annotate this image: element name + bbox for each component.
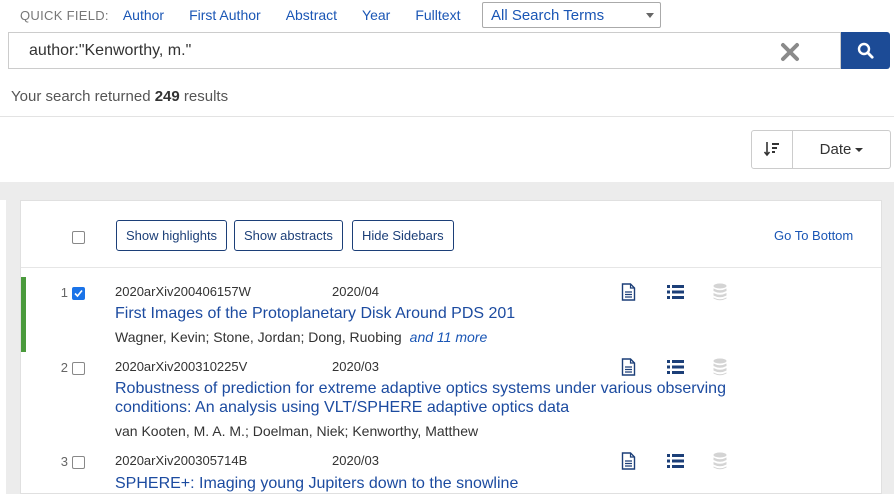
document-icon[interactable] [621, 358, 636, 381]
search-input[interactable] [29, 33, 729, 68]
author-list: Wagner, Kevin; Stone, Jordan; Dong, Ruob… [115, 329, 402, 345]
sort-control: Date [751, 130, 891, 169]
result-index: 3 [60, 454, 68, 469]
result-checkbox[interactable] [72, 362, 85, 375]
result-index: 2 [60, 360, 68, 375]
result-count-suffix: results [183, 88, 229, 105]
document-icon[interactable] [621, 452, 636, 475]
document-icon[interactable] [621, 283, 636, 306]
quick-field-first-author[interactable]: First Author [189, 7, 261, 23]
list-icon[interactable] [667, 454, 684, 473]
result-title[interactable]: First Images of the Protoplanetary Disk … [115, 304, 515, 323]
result-date: 2020/04 [332, 284, 379, 299]
show-abstracts-button[interactable]: Show abstracts [234, 220, 343, 251]
quick-field-author[interactable]: Author [123, 7, 164, 23]
result-authors: Wagner, Kevin; Stone, Jordan; Dong, Ruob… [115, 329, 487, 345]
list-icon[interactable] [667, 285, 684, 304]
result-title-line: Robustness of prediction for extreme ada… [115, 380, 726, 397]
result-title[interactable]: SPHERE+: Imaging young Jupiters down to … [115, 474, 518, 493]
result-authors: van Kooten, M. A. M.; Doelman, Niek; Ken… [115, 423, 479, 439]
select-all-checkbox[interactable] [72, 231, 85, 244]
sort-direction-button[interactable] [752, 131, 793, 168]
quick-field-abstract[interactable]: Abstract [286, 7, 337, 23]
list-icon[interactable] [667, 360, 684, 379]
result-count-prefix: Your search returned [11, 88, 151, 105]
sort-field-label: Date [819, 141, 852, 158]
search-icon [857, 42, 874, 59]
result-date: 2020/03 [332, 359, 379, 374]
quick-field-label: QUICK FIELD: [20, 7, 109, 23]
results-card: Show highlights Show abstracts Hide Side… [20, 200, 882, 494]
result-title[interactable]: Robustness of prediction for extreme ada… [115, 379, 726, 417]
divider [21, 267, 881, 268]
result-bibcode: 2020arXiv200305714B [115, 453, 248, 468]
show-highlights-button[interactable]: Show highlights [116, 220, 228, 251]
quick-field-year[interactable]: Year [362, 7, 390, 23]
result-date: 2020/03 [332, 453, 379, 468]
search-terms-select[interactable]: All Search Terms [482, 2, 661, 28]
search-box [8, 32, 841, 69]
database-icon [713, 358, 727, 381]
search-button[interactable] [841, 32, 890, 69]
result-bibcode: 2020arXiv200310225V [115, 359, 248, 374]
result-count-number: 249 [154, 88, 180, 105]
go-to-bottom-link[interactable]: Go To Bottom [774, 228, 853, 243]
sort-field-dropdown[interactable]: Date [793, 131, 890, 168]
database-icon [713, 452, 727, 475]
more-authors-link[interactable]: and 11 more [410, 329, 488, 345]
chevron-down-icon [646, 13, 654, 18]
left-sidebar-panel [0, 200, 6, 494]
result-bibcode: 2020arXiv200406157W [115, 284, 251, 299]
search-terms-select-value: All Search Terms [491, 7, 605, 24]
quick-field-fulltext[interactable]: Fulltext [415, 7, 460, 23]
result-title-line: conditions: An analysis using VLT/SPHERE… [115, 399, 570, 416]
hide-sidebars-button[interactable]: Hide Sidebars [352, 220, 454, 251]
selected-indicator [21, 277, 26, 352]
result-count: Your search returned 249 results [11, 88, 228, 105]
sort-descending-icon [764, 142, 779, 157]
clear-icon[interactable] [779, 41, 801, 63]
result-index: 1 [60, 285, 68, 300]
caret-down-icon [855, 148, 864, 153]
result-checkbox[interactable] [72, 456, 85, 469]
result-checkbox[interactable] [72, 287, 85, 300]
database-icon [713, 283, 727, 306]
quick-field-bar: QUICK FIELD: Author First Author Abstrac… [20, 0, 485, 30]
divider [0, 116, 894, 117]
